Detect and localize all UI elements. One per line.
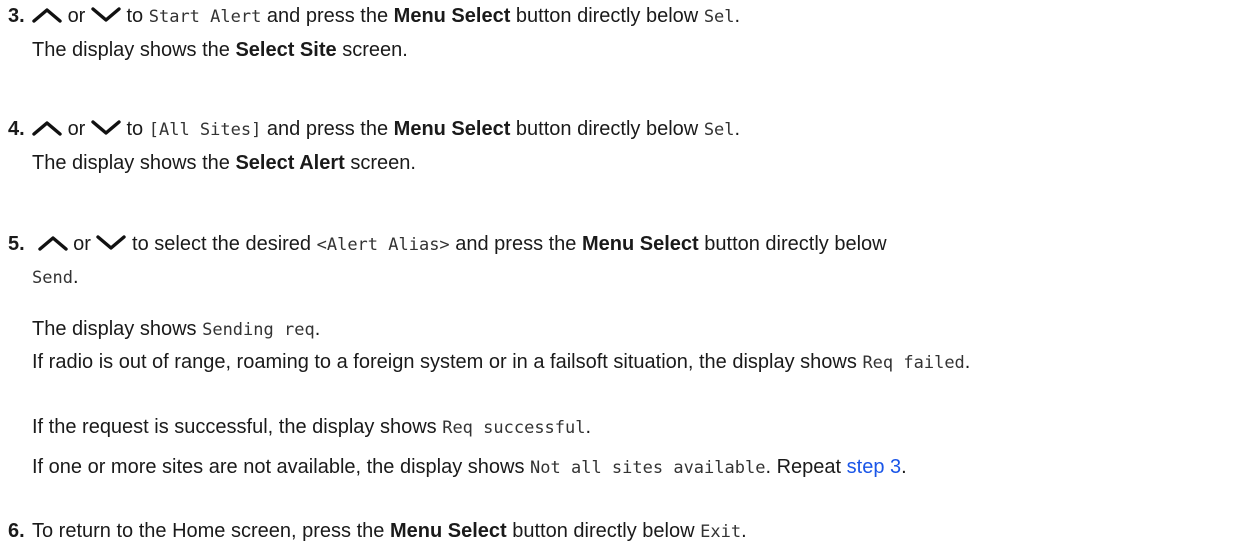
step-number: 5. [8, 233, 25, 255]
period: . [741, 520, 747, 542]
step-instruction: or to [All Sites] and press the Menu Sel… [32, 114, 740, 145]
failed-text: If radio is out of range, roaming to a f… [32, 351, 857, 373]
step-number: 4. [8, 118, 25, 140]
step-4: 4. or to [All Sites] and press the Menu … [0, 114, 1238, 174]
period: . [964, 351, 971, 373]
menu-target: [All Sites] [148, 120, 262, 140]
step-instruction: 5. or to select the desired <Alert Alias… [8, 228, 1224, 294]
result-screen-name: Select Site [235, 39, 337, 61]
text-directly: button directly below [512, 520, 695, 542]
step-number: 6. [8, 520, 25, 542]
button-name: Menu Select [389, 520, 507, 542]
step-instruction: To return to the Home screen, press the … [32, 516, 747, 547]
text-or: or [67, 5, 86, 27]
step-result-failed: If radio is out of range, roaming to a f… [32, 346, 1226, 379]
step-number: 3. [8, 5, 25, 27]
chevron-up-icon [37, 235, 68, 251]
step-result-sending: The display shows Sending req. [32, 314, 1222, 345]
chevron-up-icon [32, 120, 62, 136]
step-result-success: If the request is successful, the displa… [32, 412, 1222, 443]
text-directly: button directly below [515, 5, 699, 27]
text-or: or [73, 233, 91, 255]
text-press: and press the [455, 233, 577, 255]
softkey-label: Sel [703, 120, 735, 140]
text-or: or [67, 118, 86, 140]
partial-text: If one or more sites are not available, … [32, 456, 525, 478]
step-3: 3. or to Start Alert and press the Menu … [0, 1, 1238, 61]
step-result: The display shows the Select Alert scree… [32, 148, 1222, 178]
text-directly: button directly below [515, 118, 699, 140]
text-to: to [126, 118, 144, 140]
text-to-select: to select the desired [132, 233, 312, 255]
result-prefix: The display shows the [32, 152, 230, 174]
step-instruction: or to Start Alert and press the Menu Sel… [32, 1, 740, 32]
instruction-text: To return to the Home screen, press the [32, 520, 385, 542]
period: . [585, 416, 592, 438]
success-text: If the request is successful, the displa… [32, 416, 437, 438]
result-prefix: The display shows the [32, 39, 230, 61]
chevron-down-icon [96, 235, 127, 251]
result-screen-name: Select Alert [235, 152, 345, 174]
text-press: and press the [266, 5, 389, 27]
step-result: The display shows the Select Site screen… [32, 35, 1222, 65]
repeat-text: Repeat [776, 456, 842, 478]
text-press: and press the [266, 118, 389, 140]
softkey-label: Send [32, 268, 73, 288]
softkey-label: Sel [703, 7, 735, 27]
display-message: Req successful [442, 418, 586, 438]
result-suffix: screen. [342, 39, 408, 61]
button-name: Menu Select [393, 5, 511, 27]
step-6: 6. To return to the Home screen, press t… [0, 516, 1238, 546]
menu-target: <Alert Alias> [316, 235, 450, 255]
text-directly: button directly below [704, 233, 887, 255]
period: . [314, 318, 321, 340]
button-name: Menu Select [393, 118, 511, 140]
display-message: Sending req [202, 320, 315, 340]
result-suffix: screen. [350, 152, 416, 174]
period: . [734, 118, 741, 140]
text-to: to [126, 5, 144, 27]
period: . [901, 456, 907, 478]
period: . [734, 5, 741, 27]
period: . [765, 456, 772, 478]
step-3-link[interactable]: step 3 [847, 456, 901, 478]
menu-target: Start Alert [148, 7, 262, 27]
chevron-down-icon [91, 120, 121, 136]
display-message: Req failed [862, 353, 965, 373]
step-result-partial: If one or more sites are not available, … [32, 452, 1222, 483]
display-message: Not all sites available [530, 458, 766, 478]
softkey-label: Exit [700, 522, 742, 542]
procedure-document: 3. or to Start Alert and press the Menu … [0, 0, 1238, 555]
button-name: Menu Select [582, 233, 699, 255]
period: . [72, 266, 79, 288]
sending-prefix: The display shows [32, 318, 197, 340]
chevron-down-icon [91, 7, 121, 23]
chevron-up-icon [32, 7, 62, 23]
